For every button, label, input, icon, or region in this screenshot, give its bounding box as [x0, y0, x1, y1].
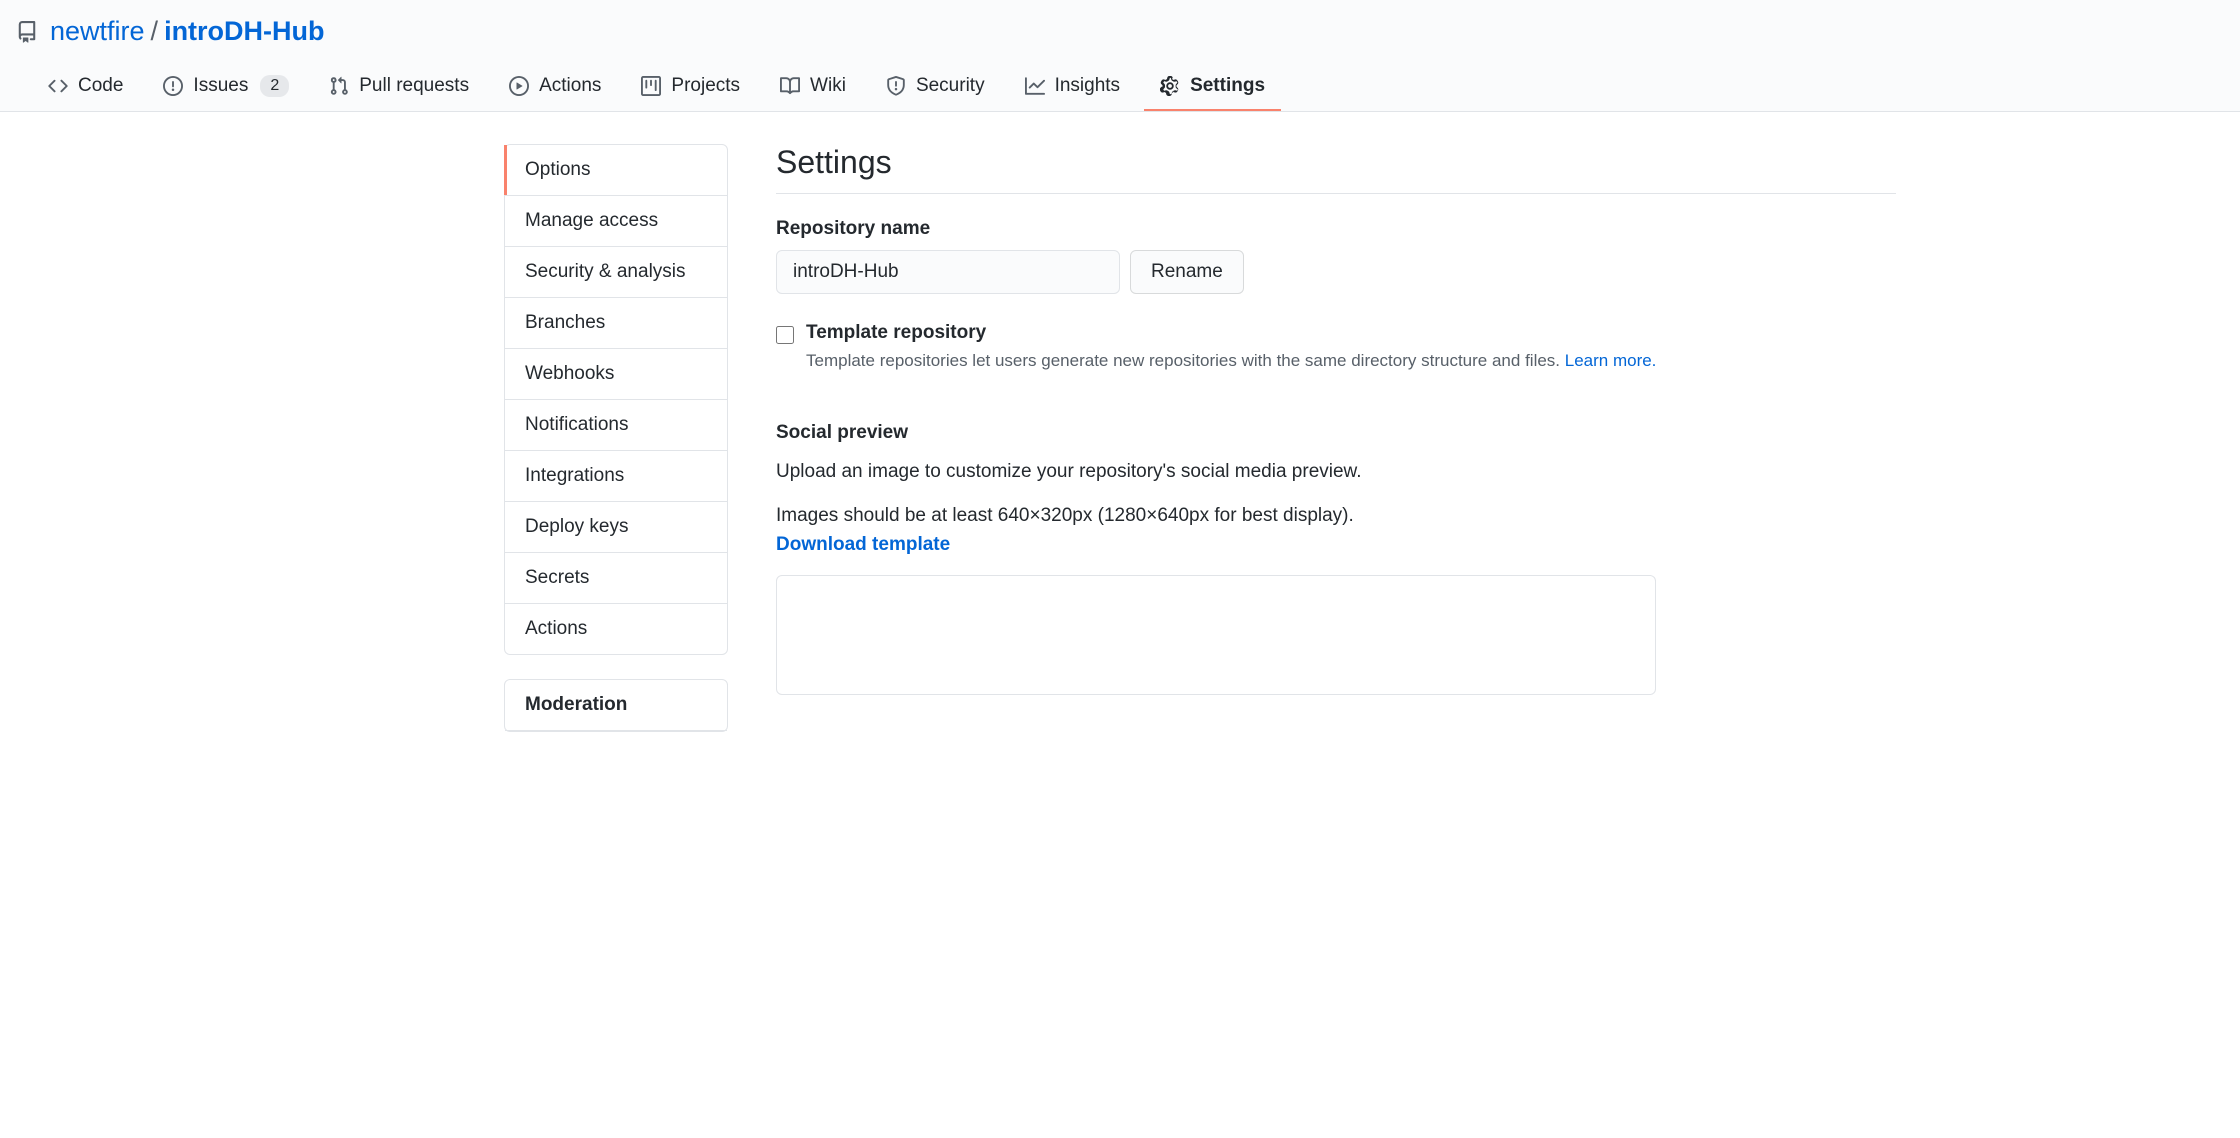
social-preview-title: Social preview — [776, 422, 1896, 444]
sidebar-item-integrations[interactable]: Integrations — [505, 451, 727, 502]
sidebar-item-secrets[interactable]: Secrets — [505, 553, 727, 604]
tab-label: Pull requests — [359, 75, 469, 97]
social-preview-desc1: Upload an image to customize your reposi… — [776, 458, 1896, 487]
tab-actions[interactable]: Actions — [493, 63, 617, 111]
main-container: Options Manage access Security & analysi… — [320, 112, 1920, 788]
page-title: Settings — [776, 144, 1896, 181]
template-learn-more-link[interactable]: Learn more. — [1565, 351, 1657, 370]
sidebar-main-menu: Options Manage access Security & analysi… — [504, 144, 728, 655]
tab-security[interactable]: Security — [870, 63, 1001, 111]
download-template-link[interactable]: Download template — [776, 534, 950, 555]
sidebar-moderation-menu: Moderation — [504, 679, 728, 732]
breadcrumb-repo[interactable]: introDH-Hub — [164, 16, 324, 47]
breadcrumb: newtfire / introDH-Hub — [0, 16, 2240, 63]
tab-wiki[interactable]: Wiki — [764, 63, 862, 111]
tab-code[interactable]: Code — [32, 63, 139, 111]
shield-icon — [886, 76, 906, 96]
breadcrumb-separator: / — [151, 16, 159, 47]
template-desc-text: Template repositories let users generate… — [806, 351, 1565, 370]
book-icon — [780, 76, 800, 96]
tab-label: Code — [78, 75, 123, 97]
repo-header: newtfire / introDH-Hub Code Issues 2 Pul… — [0, 0, 2240, 112]
sidebar-item-security-analysis[interactable]: Security & analysis — [505, 247, 727, 298]
sidebar-item-webhooks[interactable]: Webhooks — [505, 349, 727, 400]
tab-label: Issues — [193, 75, 248, 97]
social-preview-section: Social preview Upload an image to custom… — [776, 422, 1896, 696]
sidebar-item-actions[interactable]: Actions — [505, 604, 727, 654]
rename-button[interactable]: Rename — [1130, 250, 1244, 294]
tab-issues[interactable]: Issues 2 — [147, 63, 305, 111]
settings-content: Settings Repository name Rename Template… — [776, 144, 1896, 756]
social-preview-box[interactable] — [776, 575, 1656, 695]
repo-name-input[interactable] — [776, 250, 1120, 294]
settings-sidebar: Options Manage access Security & analysi… — [344, 144, 728, 756]
tab-settings[interactable]: Settings — [1144, 63, 1281, 111]
tab-insights[interactable]: Insights — [1009, 63, 1136, 111]
repo-tabs: Code Issues 2 Pull requests Actions Proj… — [0, 63, 2240, 111]
template-checkbox-label[interactable]: Template repository — [806, 322, 986, 344]
gear-icon — [1160, 76, 1180, 96]
template-checkbox-desc: Template repositories let users generate… — [806, 348, 1896, 374]
pull-request-icon — [329, 76, 349, 96]
issues-count: 2 — [260, 75, 289, 97]
tab-label: Projects — [671, 75, 740, 97]
sidebar-item-manage-access[interactable]: Manage access — [505, 196, 727, 247]
tab-label: Insights — [1055, 75, 1120, 97]
tab-label: Settings — [1190, 75, 1265, 97]
tab-label: Actions — [539, 75, 601, 97]
divider — [776, 193, 1896, 194]
tab-label: Wiki — [810, 75, 846, 97]
project-icon — [641, 76, 661, 96]
play-icon — [509, 76, 529, 96]
template-checkbox[interactable] — [776, 326, 794, 344]
tab-projects[interactable]: Projects — [625, 63, 756, 111]
code-icon — [48, 76, 68, 96]
rename-row: Rename — [776, 250, 1896, 294]
tab-label: Security — [916, 75, 985, 97]
sidebar-item-notifications[interactable]: Notifications — [505, 400, 727, 451]
repo-name-label: Repository name — [776, 218, 1896, 240]
sidebar-moderation-header: Moderation — [505, 680, 727, 731]
breadcrumb-owner[interactable]: newtfire — [50, 16, 145, 47]
social-preview-desc2: Images should be at least 640×320px (128… — [776, 502, 1896, 559]
tab-pull-requests[interactable]: Pull requests — [313, 63, 485, 111]
graph-icon — [1025, 76, 1045, 96]
template-checkbox-row: Template repository — [776, 322, 1896, 344]
sidebar-item-branches[interactable]: Branches — [505, 298, 727, 349]
sidebar-item-deploy-keys[interactable]: Deploy keys — [505, 502, 727, 553]
repo-icon — [16, 21, 38, 43]
sidebar-item-options[interactable]: Options — [505, 145, 727, 196]
issue-icon — [163, 76, 183, 96]
